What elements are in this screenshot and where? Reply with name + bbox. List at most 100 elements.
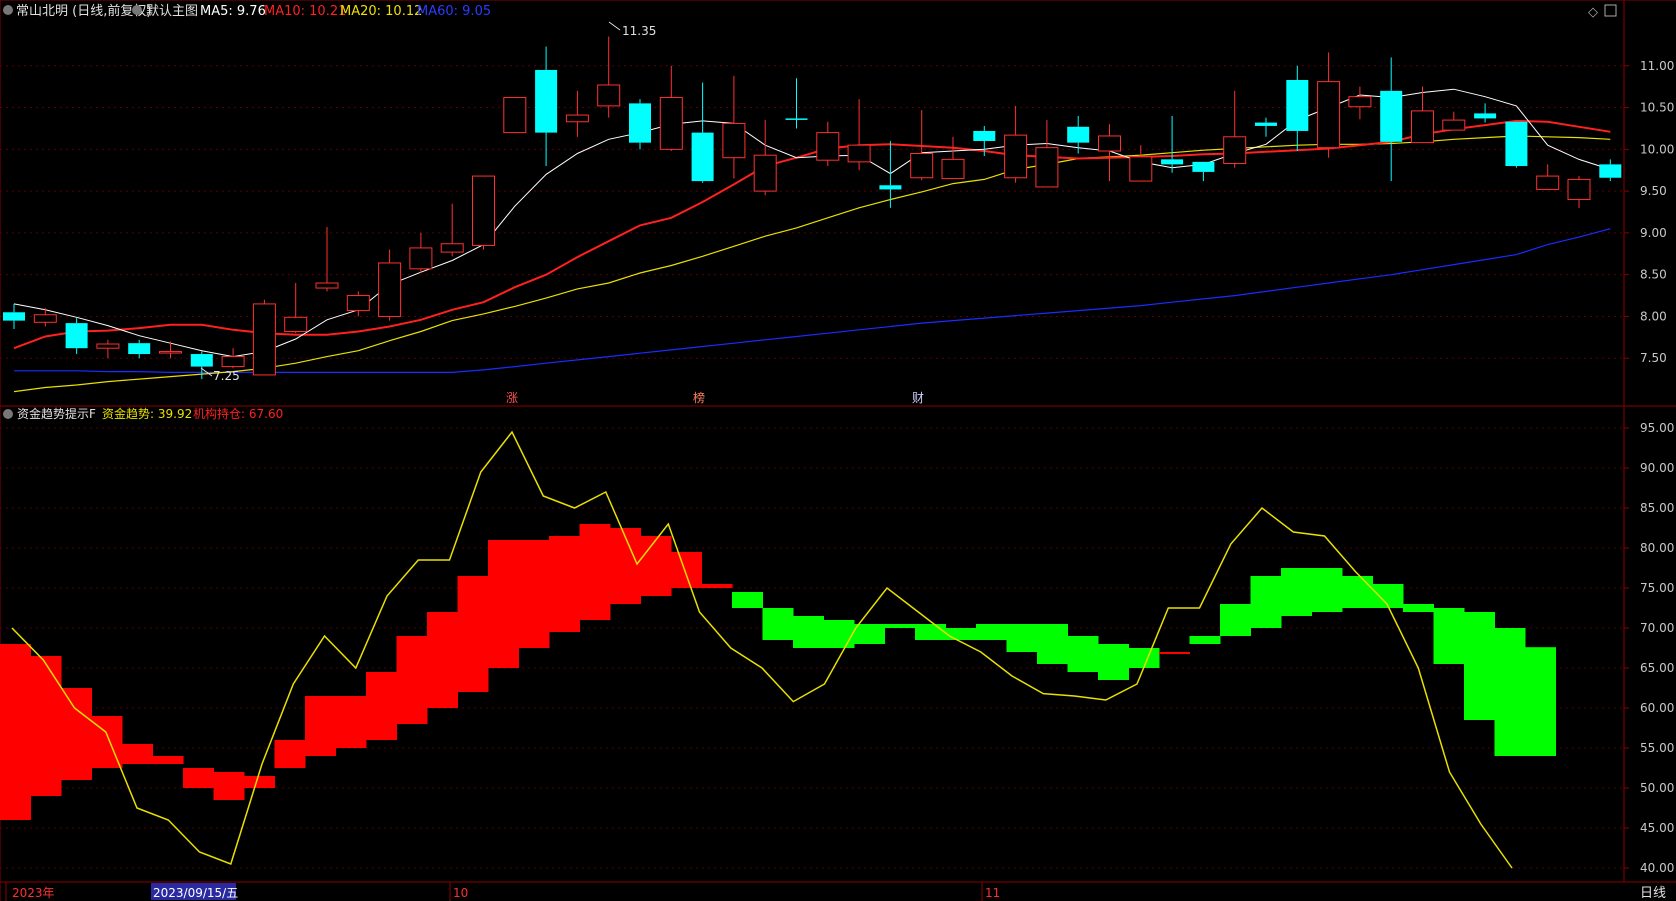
candle[interactable] xyxy=(535,46,558,167)
candle[interactable] xyxy=(128,339,151,359)
candle[interactable] xyxy=(1192,161,1215,182)
candle[interactable] xyxy=(1255,117,1277,137)
fund-bar xyxy=(793,616,824,648)
candle[interactable] xyxy=(1098,124,1121,182)
candle[interactable] xyxy=(629,99,651,150)
candle[interactable] xyxy=(691,82,714,183)
candle[interactable] xyxy=(753,120,777,196)
marker-cai[interactable]: 财 xyxy=(912,391,924,405)
candle-body xyxy=(1161,159,1184,165)
indicator-menu-icon[interactable] xyxy=(3,409,13,419)
marker-bang[interactable]: 榜 xyxy=(693,390,705,405)
candle[interactable] xyxy=(315,227,339,292)
x-label-nov: 11 xyxy=(985,886,1000,900)
high-label: 11.35 xyxy=(622,24,656,38)
candle[interactable] xyxy=(1129,145,1153,182)
fund-bar xyxy=(488,540,519,668)
fund-bar xyxy=(30,656,62,796)
price-tick-label: 8.00 xyxy=(1640,309,1667,323)
fund-bar xyxy=(1342,576,1373,608)
candle[interactable] xyxy=(1411,86,1434,144)
candle-body xyxy=(629,103,651,143)
candle[interactable] xyxy=(1348,86,1372,120)
window-button-icon[interactable] xyxy=(1604,4,1617,17)
candle[interactable] xyxy=(472,175,495,250)
candle-body xyxy=(816,132,840,161)
candle[interactable] xyxy=(1004,105,1028,183)
candle[interactable] xyxy=(1505,121,1528,168)
candle-body xyxy=(472,175,495,246)
ma60-legend: MA60: 9.05 xyxy=(417,4,491,19)
candle[interactable] xyxy=(722,75,746,179)
indicator-title[interactable]: 资金趋势提示F xyxy=(17,406,96,421)
candle[interactable] xyxy=(65,318,88,355)
candle[interactable] xyxy=(816,121,840,167)
ma10-legend: MA10: 10.21 xyxy=(264,4,346,19)
candle-body xyxy=(33,314,57,323)
candle-body xyxy=(879,185,902,190)
candle-body xyxy=(3,312,25,321)
candle[interactable] xyxy=(565,90,589,137)
fund-tick-label: 65.00 xyxy=(1640,661,1674,675)
fund-bar xyxy=(1189,636,1221,644)
candle-body xyxy=(597,84,621,107)
fund-tick-label: 80.00 xyxy=(1640,541,1674,555)
candle-body xyxy=(1567,178,1591,200)
diamond-icon[interactable]: ◇ xyxy=(1588,5,1598,20)
trend-legend: 资金趋势: 39.92 xyxy=(102,406,192,421)
candle[interactable] xyxy=(96,339,120,359)
fund-bar xyxy=(366,672,397,740)
candle[interactable] xyxy=(1067,115,1090,154)
low-label: 7.25 xyxy=(213,369,240,383)
candle[interactable] xyxy=(440,203,464,257)
candle[interactable] xyxy=(785,78,808,129)
candle[interactable] xyxy=(1442,111,1466,131)
fund-bar xyxy=(1494,628,1526,756)
chart-name[interactable]: 默认主图 xyxy=(146,3,198,19)
trend-line xyxy=(11,430,1513,869)
candle[interactable] xyxy=(1317,52,1341,158)
candle[interactable] xyxy=(1380,57,1403,182)
candle[interactable] xyxy=(1223,90,1247,168)
candle-body xyxy=(190,354,213,367)
candle-body xyxy=(847,144,871,163)
candle[interactable] xyxy=(409,232,433,273)
candle[interactable] xyxy=(1567,176,1591,208)
marker-zhang[interactable]: 涨 xyxy=(506,390,518,405)
fund-bar xyxy=(427,612,458,708)
candle[interactable] xyxy=(847,99,871,171)
candle[interactable] xyxy=(941,136,965,180)
candle[interactable] xyxy=(1035,120,1059,188)
candle[interactable] xyxy=(1286,65,1309,152)
candle[interactable] xyxy=(284,283,308,334)
candle[interactable] xyxy=(1161,115,1184,173)
chart-menu-icon[interactable] xyxy=(132,5,142,15)
candle-body xyxy=(1223,136,1247,165)
candle[interactable] xyxy=(1474,103,1497,123)
fund-bar xyxy=(1311,568,1343,612)
holding-legend: 机构持仓: 67.60 xyxy=(193,406,283,421)
candle[interactable] xyxy=(1536,164,1560,190)
candle[interactable] xyxy=(33,308,57,327)
candle[interactable] xyxy=(378,249,402,321)
price-tick-label: 10.50 xyxy=(1640,101,1674,115)
candle-body xyxy=(941,158,965,180)
candle[interactable] xyxy=(252,299,276,376)
candle[interactable] xyxy=(159,341,182,359)
candle-body xyxy=(1348,96,1372,108)
candle[interactable] xyxy=(659,65,683,152)
candle[interactable] xyxy=(221,348,245,369)
period-button[interactable]: 日线 xyxy=(1640,886,1666,901)
candle[interactable] xyxy=(3,303,25,329)
time-axis: 2023年 2023/09/15/五 10 11 日线 xyxy=(5,882,1666,901)
candle[interactable] xyxy=(1599,159,1622,182)
settings-dot-icon[interactable] xyxy=(3,5,13,15)
fund-bar xyxy=(1037,624,1068,664)
stock-title[interactable]: 常山北明 (日线,前复权) xyxy=(16,3,151,19)
candle[interactable] xyxy=(597,36,621,118)
candle-body xyxy=(378,262,402,317)
candle[interactable] xyxy=(503,97,527,134)
fund-bar xyxy=(244,776,275,788)
price-tick-label: 11.00 xyxy=(1640,59,1674,73)
fund-bar xyxy=(1098,644,1129,680)
